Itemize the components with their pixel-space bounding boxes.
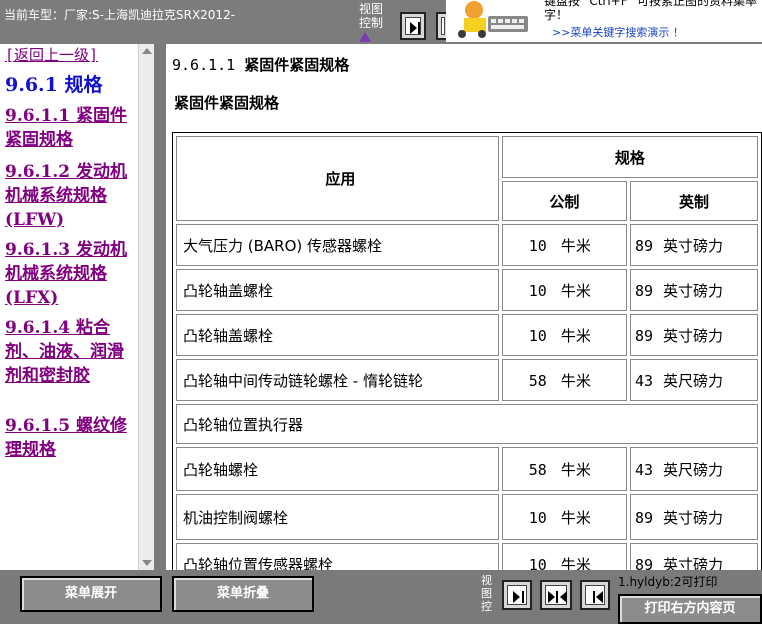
content-pane: 9.6.1.1 紧固件紧固规格 紧固件紧固规格 应用 规格 公制 英制 大气压力…	[166, 44, 762, 570]
prev-page-button-bottom[interactable]	[580, 580, 610, 610]
metric-value: 10	[528, 326, 547, 345]
metric-unit: 牛米	[560, 281, 591, 300]
cell-english: 89 英寸磅力	[630, 224, 758, 266]
cell-application: 凸轮轴盖螺栓	[176, 269, 499, 311]
table-row: 凸轮轴盖螺栓 10 牛米 89 英寸磅力	[176, 269, 758, 311]
cell-english: 43 英尺磅力	[630, 447, 758, 491]
scroll-up-icon[interactable]	[142, 48, 152, 54]
next-page-button-bottom[interactable]	[502, 580, 532, 610]
panel-divider[interactable]	[154, 44, 166, 570]
cell-application: 大气压力 (BARO) 传感器螺栓	[176, 224, 499, 266]
table-row: 大气压力 (BARO) 传感器螺栓 10 牛米 89 英寸磅力	[176, 224, 758, 266]
english-value: 89	[634, 508, 654, 527]
english-unit: 英寸磅力	[663, 508, 724, 527]
sidebar-scrollbar[interactable]	[138, 44, 155, 570]
cell-metric: 10 牛米	[501, 543, 628, 571]
english-value: 43	[634, 460, 654, 479]
english-unit: 英寸磅力	[663, 236, 724, 255]
section-title: 9.6.1 规格	[5, 74, 103, 96]
current-car-model: 当前车型：厂家:S-上海凯迪拉克SRX2012-	[4, 8, 236, 22]
menu-expand-button[interactable]: 菜单展开	[20, 576, 162, 612]
metric-value: 10	[528, 555, 547, 571]
scroll-down-icon[interactable]	[142, 560, 152, 566]
cell-english: 43 英尺磅力	[630, 359, 758, 401]
purple-marker-icon	[359, 32, 371, 42]
metric-unit: 牛米	[560, 555, 591, 571]
metric-unit: 牛米	[560, 236, 591, 255]
cell-metric: 10 牛米	[501, 314, 628, 356]
header-application: 应用	[176, 136, 499, 221]
metric-value: 10	[528, 281, 547, 300]
cell-application: 凸轮轴盖螺栓	[176, 314, 499, 356]
menu-collapse-button[interactable]: 菜单折叠	[172, 576, 314, 612]
english-value: 89	[634, 236, 654, 255]
cell-english: 89 英寸磅力	[630, 494, 758, 540]
mascot-keyboard-icon	[450, 0, 534, 40]
split-view-button[interactable]	[540, 580, 572, 610]
metric-unit: 牛米	[560, 508, 591, 527]
english-unit: 英尺磅力	[663, 371, 724, 390]
english-value: 89	[634, 281, 654, 300]
toc-item-thread-repair[interactable]: 9.6.1.5 螺纹修理规格	[5, 414, 131, 462]
back-link[interactable]: [返回上一级]	[5, 44, 98, 65]
cell-application: 凸轮轴中间传动链轮螺栓 - 惰轮链轮	[176, 359, 499, 401]
metric-value: 10	[528, 236, 547, 255]
toc-item-engine-specs-lfw[interactable]: 9.6.1.2 发动机机械系统规格 (LFW)	[5, 160, 131, 232]
hint-text: 键盘按 "Ctrl+F" 可按索正图的资料集率 字！	[544, 0, 757, 22]
english-unit: 英尺磅力	[663, 460, 724, 479]
header-english: 英制	[630, 181, 758, 221]
table-title: 紧固件紧固规格	[174, 94, 280, 112]
table-row: 凸轮轴中间传动链轮螺栓 - 惰轮链轮 58 牛米 43 英尺磅力	[176, 359, 758, 401]
search-demo-link[interactable]: >>菜单关键字搜索演示 ！	[552, 24, 684, 40]
english-unit: 英寸磅力	[663, 326, 724, 345]
toc-item-fastener-specs[interactable]: 9.6.1.1 紧固件紧固规格	[5, 104, 131, 152]
english-unit: 英寸磅力	[663, 281, 724, 300]
table-group-row: 凸轮轴位置执行器	[176, 404, 758, 444]
table-row: 凸轮轴位置传感器螺栓 10 牛米 89 英寸磅力	[176, 543, 758, 570]
table-row: 凸轮轴螺栓 58 牛米 43 英尺磅力	[176, 447, 758, 491]
next-page-button[interactable]	[400, 12, 426, 40]
english-value: 43	[634, 371, 654, 390]
english-value: 89	[634, 326, 654, 345]
metric-unit: 牛米	[560, 460, 591, 479]
bottom-bar: 菜单展开 菜单折叠 视图控 1.hyldyb:2可打印 打印右方内容页	[0, 570, 762, 624]
page-title: 9.6.1.1 紧固件紧固规格	[172, 56, 350, 74]
cell-application: 凸轮轴位置传感器螺栓	[176, 543, 499, 570]
metric-unit: 牛米	[560, 326, 591, 345]
cell-metric: 10 牛米	[501, 224, 628, 266]
search-hint-panel: 键盘按 "Ctrl+F" 可按索正图的资料集率 字！ >>菜单关键字搜索演示 ！	[446, 0, 762, 42]
table-row: 机油控制阀螺栓 10 牛米 89 英寸磅力	[176, 494, 758, 540]
header-metric: 公制	[501, 181, 628, 221]
metric-value: 58	[528, 460, 547, 479]
print-content-button[interactable]: 打印右方内容页	[618, 594, 762, 624]
metric-unit: 牛米	[560, 371, 591, 390]
cell-metric: 58 牛米	[501, 447, 628, 491]
cell-english: 89 英寸磅力	[630, 269, 758, 311]
cell-metric: 58 牛米	[501, 359, 628, 401]
view-control-label: 视图控制	[359, 2, 384, 30]
cell-application: 机油控制阀螺栓	[176, 494, 499, 540]
table-row: 凸轮轴盖螺栓 10 牛米 89 英寸磅力	[176, 314, 758, 356]
top-bar: 当前车型：厂家:S-上海凯迪拉克SRX2012- 视图控制 键盘按 "Ctrl+…	[0, 0, 762, 44]
metric-value: 10	[528, 508, 547, 527]
toc-item-engine-specs-lfx[interactable]: 9.6.1.3 发动机机械系统规格 (LFX)	[5, 238, 131, 310]
cell-metric: 10 牛米	[501, 494, 628, 540]
cell-application: 凸轮轴螺栓	[176, 447, 499, 491]
spec-table: 应用 规格 公制 英制 大气压力 (BARO) 传感器螺栓 10 牛米 89 英寸磅力凸…	[172, 132, 762, 570]
metric-value: 58	[528, 371, 547, 390]
sidebar: [返回上一级] 9.6.1 规格 9.6.1.1 紧固件紧固规格 9.6.1.2…	[0, 44, 154, 570]
cell-application: 凸轮轴位置执行器	[176, 404, 758, 444]
cell-metric: 10 牛米	[501, 269, 628, 311]
header-spec: 规格	[501, 136, 758, 178]
view-control-label-bottom: 视图控	[481, 574, 492, 613]
cell-english: 89 英寸磅力	[630, 543, 758, 570]
english-unit: 英寸磅力	[663, 555, 724, 571]
english-value: 89	[634, 555, 654, 571]
toc-item-adhesives-fluids[interactable]: 9.6.1.4 粘合剂、油液、润滑剂和密封胶	[5, 316, 131, 388]
print-info: 1.hyldyb:2可打印	[618, 575, 718, 589]
cell-english: 89 英寸磅力	[630, 314, 758, 356]
